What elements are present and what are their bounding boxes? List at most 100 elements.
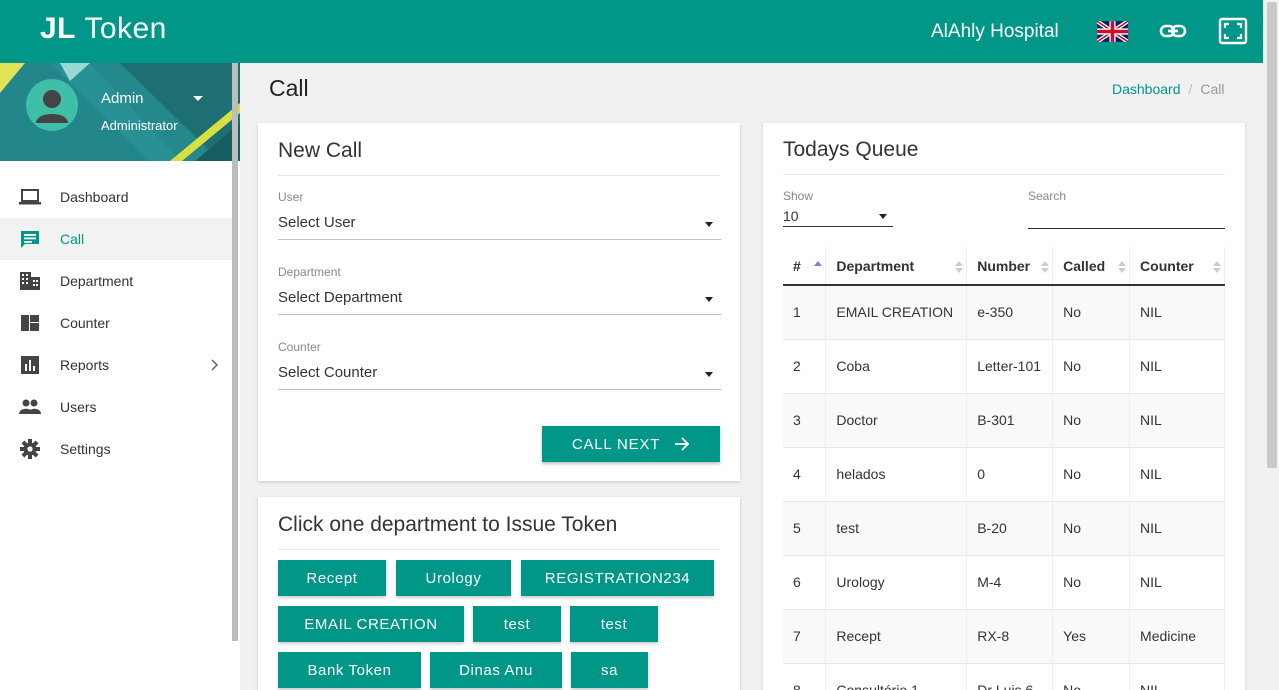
cell-number: B-20 bbox=[966, 500, 1054, 555]
issue-token-title: Click one department to Issue Token bbox=[278, 513, 618, 536]
cell-called: No bbox=[1052, 338, 1131, 393]
counter-label: Counter bbox=[278, 340, 321, 354]
divider bbox=[278, 175, 720, 176]
cell-number: 0 bbox=[966, 446, 1054, 501]
fullscreen-icon[interactable] bbox=[1218, 17, 1248, 45]
sort-asc-icon bbox=[814, 261, 823, 266]
cell-index: 4 bbox=[783, 446, 827, 501]
avatar[interactable] bbox=[26, 79, 78, 131]
cell-department: Recept bbox=[825, 608, 968, 663]
link-icon[interactable] bbox=[1159, 19, 1187, 43]
profile-name[interactable]: Admin bbox=[101, 90, 144, 107]
cell-department: EMAIL CREATION bbox=[825, 284, 968, 339]
people-icon bbox=[19, 399, 41, 414]
sidebar: Admin Administrator Dashboard Call Depar… bbox=[0, 63, 240, 690]
brand-light: Token bbox=[84, 12, 167, 45]
table-row: 5 test B-20 No NIL bbox=[783, 500, 1225, 555]
sidebar-item-department[interactable]: Department bbox=[0, 260, 236, 302]
column-header-label: Number bbox=[977, 257, 1031, 274]
cell-counter: NIL bbox=[1129, 662, 1225, 690]
column-header-number-sign[interactable]: # bbox=[783, 247, 827, 286]
call-next-button[interactable]: CALL NEXT bbox=[542, 426, 720, 462]
page-scrollbar[interactable] bbox=[1265, 0, 1279, 690]
breadcrumb-separator: / bbox=[1188, 81, 1193, 97]
sidebar-item-reports[interactable]: Reports bbox=[0, 344, 236, 386]
table-row: 3 Doctor B-301 No NIL bbox=[783, 392, 1225, 447]
sidebar-item-settings[interactable]: Settings bbox=[0, 428, 236, 470]
sidebar-item-label: Users bbox=[60, 399, 97, 415]
sort-icon bbox=[1041, 261, 1050, 273]
cell-called: No bbox=[1052, 500, 1131, 555]
sidebar-nav: Dashboard Call Department Counter Report… bbox=[0, 176, 236, 470]
department-button-bank-token[interactable]: Bank Token bbox=[278, 652, 421, 688]
sort-icon bbox=[1213, 261, 1221, 273]
scrollbar-thumb[interactable] bbox=[1267, 2, 1277, 468]
breadcrumb-dashboard-link[interactable]: Dashboard bbox=[1112, 81, 1181, 97]
department-select[interactable]: Select Department bbox=[278, 285, 721, 315]
table-row: 2 Coba Letter-101 No NIL bbox=[783, 338, 1225, 393]
column-header-counter[interactable]: Counter bbox=[1129, 247, 1225, 286]
sidebar-item-users[interactable]: Users bbox=[0, 386, 236, 428]
sidebar-item-label: Dashboard bbox=[60, 189, 129, 205]
cell-called: No bbox=[1052, 554, 1131, 609]
cell-number: B-301 bbox=[966, 392, 1054, 447]
table-header-row: # Department Number Called Counter bbox=[783, 247, 1225, 286]
department-button-registration234[interactable]: REGISTRATION234 bbox=[521, 560, 714, 596]
sidebar-item-label: Call bbox=[60, 231, 85, 247]
user-select[interactable]: Select User bbox=[278, 210, 721, 240]
sidebar-item-call[interactable]: Call bbox=[0, 218, 236, 260]
column-header-department[interactable]: Department bbox=[825, 247, 968, 286]
cell-number: Letter-101 bbox=[966, 338, 1054, 393]
brand-bold: JL bbox=[40, 12, 77, 45]
user-silhouette-icon bbox=[36, 90, 68, 123]
uk-flag-icon[interactable] bbox=[1097, 21, 1128, 42]
cell-called: Yes bbox=[1052, 608, 1131, 663]
todays-queue-card: Todays Queue Show 10 Search # Department… bbox=[763, 123, 1245, 690]
cell-department: Coba bbox=[825, 338, 968, 393]
cell-index: 8 bbox=[783, 662, 827, 690]
sidebar-item-dashboard[interactable]: Dashboard bbox=[0, 176, 236, 218]
cell-counter: NIL bbox=[1129, 554, 1225, 609]
show-entries-select[interactable]: 10 bbox=[783, 207, 893, 227]
cell-called: No bbox=[1052, 662, 1131, 690]
show-entries-value: 10 bbox=[783, 208, 799, 224]
table-row: 8 Consultório 1 Dr Luis 6 No NIL bbox=[783, 662, 1225, 690]
sidebar-item-counter[interactable]: Counter bbox=[0, 302, 236, 344]
column-header-called[interactable]: Called bbox=[1052, 247, 1131, 286]
cell-counter: Medicine bbox=[1129, 608, 1225, 663]
queue-title: Todays Queue bbox=[783, 138, 919, 161]
chevron-right-icon bbox=[211, 359, 219, 371]
cell-index: 1 bbox=[783, 284, 827, 339]
divider bbox=[278, 549, 720, 550]
issue-token-card: Click one department to Issue Token Rece… bbox=[258, 497, 740, 690]
laptop-icon bbox=[19, 189, 41, 205]
department-button-recept[interactable]: Recept bbox=[278, 560, 386, 596]
department-button-sa[interactable]: sa bbox=[571, 652, 648, 688]
cell-department: Consultório 1 bbox=[825, 662, 968, 690]
search-input[interactable] bbox=[1028, 207, 1225, 229]
department-button-test[interactable]: test bbox=[570, 606, 658, 642]
column-header-label: Called bbox=[1063, 257, 1106, 274]
user-select-value: Select User bbox=[278, 214, 356, 231]
cell-index: 2 bbox=[783, 338, 827, 393]
department-button-test[interactable]: test bbox=[473, 606, 561, 642]
department-label: Department bbox=[278, 265, 341, 279]
show-entries-label: Show bbox=[783, 189, 814, 203]
cell-index: 5 bbox=[783, 500, 827, 555]
cell-number: Dr Luis 6 bbox=[966, 662, 1054, 690]
counter-select[interactable]: Select Counter bbox=[278, 360, 721, 390]
column-header-number[interactable]: Number bbox=[966, 247, 1054, 286]
sort-icon bbox=[955, 261, 964, 273]
sidebar-scrollbar[interactable] bbox=[232, 63, 238, 641]
new-call-title: New Call bbox=[278, 139, 363, 162]
column-header-label: Department bbox=[836, 257, 915, 274]
department-button-dinas-anu[interactable]: Dinas Anu bbox=[430, 652, 562, 688]
sidebar-item-label: Counter bbox=[60, 315, 110, 331]
profile-dropdown-icon[interactable] bbox=[193, 96, 203, 101]
dashboard-grid-icon bbox=[21, 315, 39, 331]
department-button-urology[interactable]: Urology bbox=[396, 560, 511, 596]
column-header-label: # bbox=[793, 257, 801, 274]
brand-logo[interactable]: JL Token bbox=[40, 12, 167, 46]
department-button-email-creation[interactable]: EMAIL CREATION bbox=[278, 606, 464, 642]
cell-counter: NIL bbox=[1129, 338, 1225, 393]
